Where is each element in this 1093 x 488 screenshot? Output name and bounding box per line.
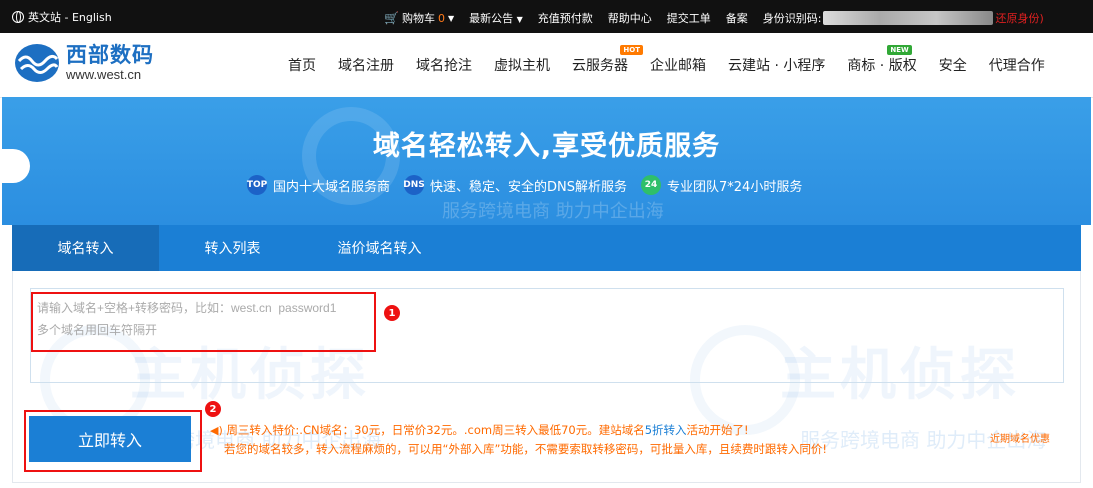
main-header: 西部数码 www.west.cn 首页 域名注册 域名抢注 虚拟主机 云服务器 H…	[0, 33, 1093, 98]
nav-site-builder[interactable]: 云建站 · 小程序	[717, 55, 836, 75]
logo-text-en: www.west.cn	[66, 67, 142, 82]
announcement-menu[interactable]: 最新公告 ▼	[469, 10, 523, 26]
cart-label: 购物车	[401, 12, 435, 25]
nav-agent[interactable]: 代理合作	[978, 55, 1056, 75]
tab-bar: 域名转入 转入列表 溢价域名转入	[12, 225, 1081, 278]
feature-item: 24 专业团队7*24小时服务	[641, 175, 802, 195]
prepay-link[interactable]: 充值预付款	[538, 10, 593, 26]
chevron-down-icon: ▼	[447, 13, 455, 23]
step-marker-1: 1	[384, 305, 400, 321]
nav-domain-snap[interactable]: 域名抢注	[405, 55, 483, 75]
announcement-label: 最新公告	[469, 12, 514, 25]
hero-banner: 域名轻松转入,享受优质服务 TOP 国内十大域名服务商 DNS 快速、稳定、安全…	[2, 97, 1091, 225]
nav-security[interactable]: 安全	[928, 55, 978, 75]
nav-home[interactable]: 首页	[288, 55, 327, 75]
chevron-down-icon: ▼	[516, 15, 523, 24]
feature-list: TOP 国内十大域名服务商 DNS 快速、稳定、安全的DNS解析服务 24 专业…	[247, 175, 802, 195]
cart-count: 0	[437, 11, 445, 25]
watermark-text: 服务跨境电商 助力中企出海	[442, 201, 664, 222]
banner-title: 域名轻松转入,享受优质服务	[372, 131, 721, 162]
top-badge-icon: TOP	[247, 175, 267, 195]
id-code-label: 身份识别码:	[762, 12, 822, 25]
logo-text-cn: 西部数码	[66, 43, 154, 67]
nav-cloud-server[interactable]: 云服务器 HOT	[561, 45, 643, 75]
top-bar: 英文站 - English 🛒 购物车 0 ▼ 最新公告 ▼ 充值预付款 帮助中…	[0, 0, 1093, 33]
feature-label: 国内十大域名服务商	[273, 179, 391, 195]
tab-transfer-list[interactable]: 转入列表	[159, 225, 306, 271]
nav-virtual-host[interactable]: 虚拟主机	[483, 55, 561, 75]
tab-premium-transfer[interactable]: 溢价域名转入	[306, 225, 453, 271]
redacted-id	[823, 11, 994, 25]
feature-label: 专业团队7*24小时服务	[667, 179, 803, 195]
west-logo-icon	[15, 44, 59, 82]
feature-item: TOP 国内十大域名服务商	[247, 175, 390, 195]
hot-badge: HOT	[620, 45, 643, 55]
promo-notice: ◀) 周三转入特价:.CN域名：30元，日常价32元。.com周三转入最低70元…	[210, 421, 827, 458]
promo-highlight: 5折转入	[644, 423, 687, 437]
restore-identity-link[interactable]: 还原身份)	[995, 10, 1043, 26]
globe-icon	[12, 11, 24, 23]
cart-icon: 🛒	[384, 11, 399, 25]
feature-label: 快速、稳定、安全的DNS解析服务	[430, 179, 628, 195]
beian-link[interactable]: 备案	[726, 10, 748, 26]
help-center-link[interactable]: 帮助中心	[608, 10, 652, 26]
promo-text-line2: 若您的域名较多，转入流程麻烦的，可以用“外部入库”功能，不需要索取转移密码，可批…	[224, 442, 828, 456]
main-nav: 首页 域名注册 域名抢注 虚拟主机 云服务器 HOT 企业邮箱 云建站 · 小程序…	[288, 33, 1056, 97]
transfer-now-button[interactable]: 立即转入	[29, 416, 191, 462]
tab-domain-transfer[interactable]: 域名转入	[12, 225, 159, 278]
cart-link[interactable]: 🛒 购物车 0 ▼	[384, 10, 454, 26]
feature-item: DNS 快速、稳定、安全的DNS解析服务	[403, 175, 628, 195]
promo-text-a: 周三转入特价:.CN域名：30元，日常价32元。.com周三转入最低70元。建站…	[226, 423, 645, 437]
submit-ticket-link[interactable]: 提交工单	[667, 10, 711, 26]
id-code: 身份识别码: 还原身份)	[763, 10, 1044, 26]
speaker-icon: ◀)	[210, 424, 223, 437]
language-switch[interactable]: 英文站 - English	[12, 9, 112, 25]
promo-text-c: 活动开始了!	[686, 423, 749, 437]
domain-textarea-box	[30, 288, 1064, 383]
recent-offers-link[interactable]: 近期域名优惠	[990, 430, 1050, 445]
dns-icon: DNS	[403, 175, 425, 195]
nav-trademark[interactable]: 商标 · 版权 NEW	[836, 45, 927, 75]
new-badge: NEW	[887, 45, 912, 55]
language-label: 英文站 - English	[28, 11, 112, 24]
nav-enterprise-mail[interactable]: 企业邮箱	[639, 55, 717, 75]
service-24h-icon: 24	[641, 175, 662, 195]
nav-domain-register[interactable]: 域名注册	[327, 55, 405, 75]
logo[interactable]: 西部数码 www.west.cn	[14, 43, 154, 83]
step-marker-2: 2	[205, 401, 221, 417]
